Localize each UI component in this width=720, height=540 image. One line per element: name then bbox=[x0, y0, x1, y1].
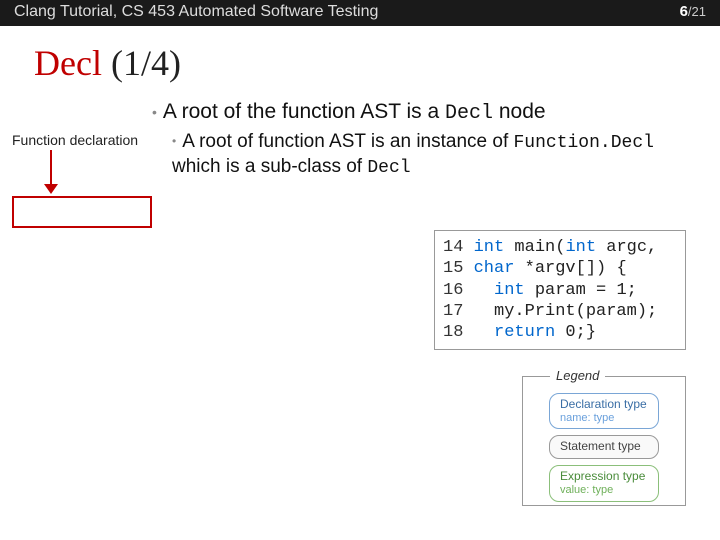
title-main: Decl bbox=[34, 43, 102, 83]
legend-decl-line1: Declaration type bbox=[560, 398, 648, 412]
bullet2-mid: which is a sub-class of bbox=[172, 156, 367, 177]
legend: Legend Declaration type name: type State… bbox=[522, 376, 686, 506]
page-current: 6 bbox=[680, 3, 688, 20]
bullet2-pre: A root of function AST is an instance of bbox=[182, 131, 513, 152]
bullet1-text-post: node bbox=[493, 100, 546, 123]
topbar: Clang Tutorial, CS 453 Automated Softwar… bbox=[0, 0, 720, 26]
code-text bbox=[463, 281, 494, 300]
bullet2-mono1: Function.Decl bbox=[514, 133, 654, 153]
slide-title: Decl (1/4) bbox=[34, 42, 181, 84]
code-line: 14 int main(int argc, bbox=[443, 238, 657, 257]
code-keyword: int bbox=[565, 238, 596, 257]
bullet-dot-icon: • bbox=[152, 104, 157, 120]
function-declaration-label: Function declaration bbox=[12, 132, 138, 148]
code-text: main( bbox=[504, 238, 565, 257]
arrow-head-icon bbox=[44, 184, 58, 194]
code-text bbox=[463, 238, 473, 257]
highlight-box bbox=[12, 196, 152, 228]
bullet-level2: • A root of function AST is an instance o… bbox=[172, 130, 692, 181]
legend-expression: Expression type value: type bbox=[549, 465, 659, 501]
code-keyword: return bbox=[494, 323, 555, 342]
line-number: 18 bbox=[443, 323, 463, 342]
bullet2-mono2: Decl bbox=[367, 158, 410, 178]
legend-frame: Declaration type name: type Statement ty… bbox=[522, 376, 686, 506]
legend-expr-line2: value: type bbox=[560, 484, 648, 497]
bullet1-text-pre: A root of the function AST is a bbox=[163, 100, 445, 123]
line-number: 14 bbox=[443, 238, 463, 257]
code-snippet: 14 int main(int argc, 15 char *argv[]) {… bbox=[434, 230, 686, 350]
bullet1-mono: Decl bbox=[445, 102, 493, 125]
page-total: /21 bbox=[688, 4, 706, 19]
bullet-dot-icon: • bbox=[172, 134, 176, 148]
code-line: 15 char *argv[]) { bbox=[443, 259, 627, 278]
legend-declaration: Declaration type name: type bbox=[549, 393, 659, 429]
code-text: argc, bbox=[596, 238, 657, 257]
code-text: my.Print(param); bbox=[494, 302, 657, 321]
legend-title: Legend bbox=[550, 368, 605, 383]
code-line: 16 int param = 1; bbox=[443, 281, 637, 300]
line-number: 15 bbox=[443, 259, 463, 278]
legend-expr-line1: Expression type bbox=[560, 470, 648, 484]
code-line: 18 return 0;} bbox=[443, 323, 596, 342]
code-text bbox=[463, 259, 473, 278]
legend-stmt-line1: Statement type bbox=[560, 440, 648, 454]
code-text: *argv[]) { bbox=[514, 259, 626, 278]
arrow-line bbox=[50, 150, 52, 186]
page-number: 6/21 bbox=[680, 3, 706, 20]
title-fraction: (1/4) bbox=[102, 43, 181, 83]
bullet-level1: • A root of the function AST is a Decl no… bbox=[152, 100, 546, 125]
code-text bbox=[463, 302, 494, 321]
legend-statement: Statement type bbox=[549, 435, 659, 459]
line-number: 16 bbox=[443, 281, 463, 300]
slide: Clang Tutorial, CS 453 Automated Softwar… bbox=[0, 0, 720, 540]
legend-decl-line2: name: type bbox=[560, 412, 648, 425]
code-text: 0;} bbox=[555, 323, 596, 342]
code-keyword: int bbox=[494, 281, 525, 300]
code-text: param = 1; bbox=[525, 281, 637, 300]
code-text bbox=[463, 323, 494, 342]
code-keyword: int bbox=[474, 238, 505, 257]
code-line: 17 my.Print(param); bbox=[443, 302, 657, 321]
line-number: 17 bbox=[443, 302, 463, 321]
code-keyword: char bbox=[474, 259, 515, 278]
course-title: Clang Tutorial, CS 453 Automated Softwar… bbox=[14, 3, 378, 21]
